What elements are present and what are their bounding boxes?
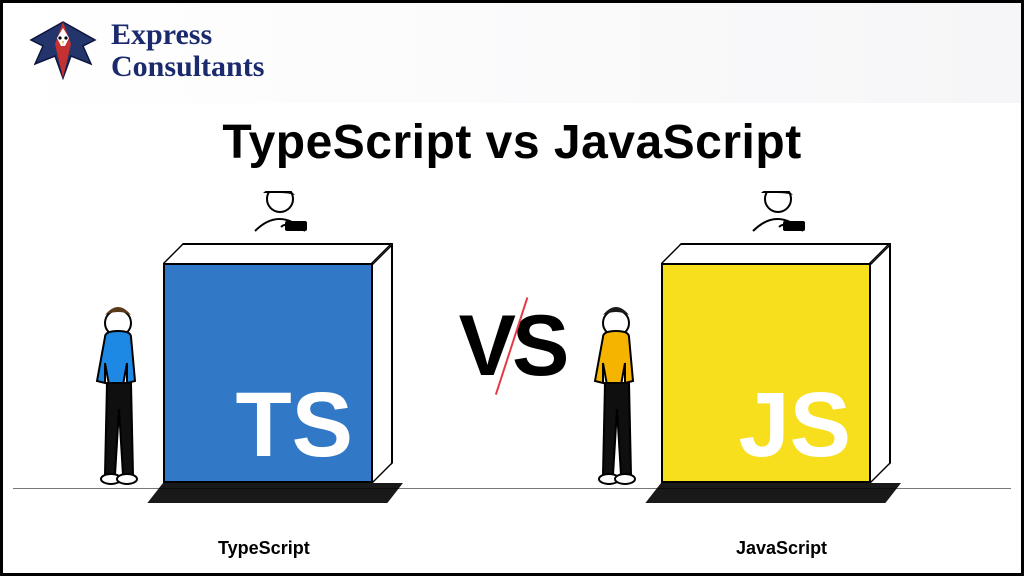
person-left (83, 303, 153, 503)
caption-javascript: JavaScript (736, 538, 827, 559)
cube-top (163, 243, 393, 263)
cube-top (661, 243, 891, 263)
cube-side (373, 243, 393, 483)
cube-front-label: TS (163, 263, 373, 483)
cube-shadow (645, 483, 901, 503)
brand-text: Express Consultants (111, 19, 264, 82)
brand-logo: Express Consultants (27, 19, 264, 82)
panel-typescript: TS TypeScript (63, 183, 463, 561)
comparison-stage: VS TS (3, 183, 1021, 561)
person-right (581, 303, 651, 503)
caption-typescript: TypeScript (218, 538, 310, 559)
cube-side (871, 243, 891, 483)
cube-shadow (147, 483, 403, 503)
eagle-icon (27, 20, 99, 82)
brand-line1: Express (111, 19, 264, 51)
cube-javascript: JS (661, 243, 901, 483)
cube-typescript: TS (163, 243, 403, 483)
cube-front-label: JS (661, 263, 871, 483)
brand-line2: Consultants (111, 51, 264, 83)
panel-javascript: JS JavaScript (561, 183, 961, 561)
page-title: TypeScript vs JavaScript (3, 115, 1021, 170)
vs-label: VS (459, 303, 566, 389)
